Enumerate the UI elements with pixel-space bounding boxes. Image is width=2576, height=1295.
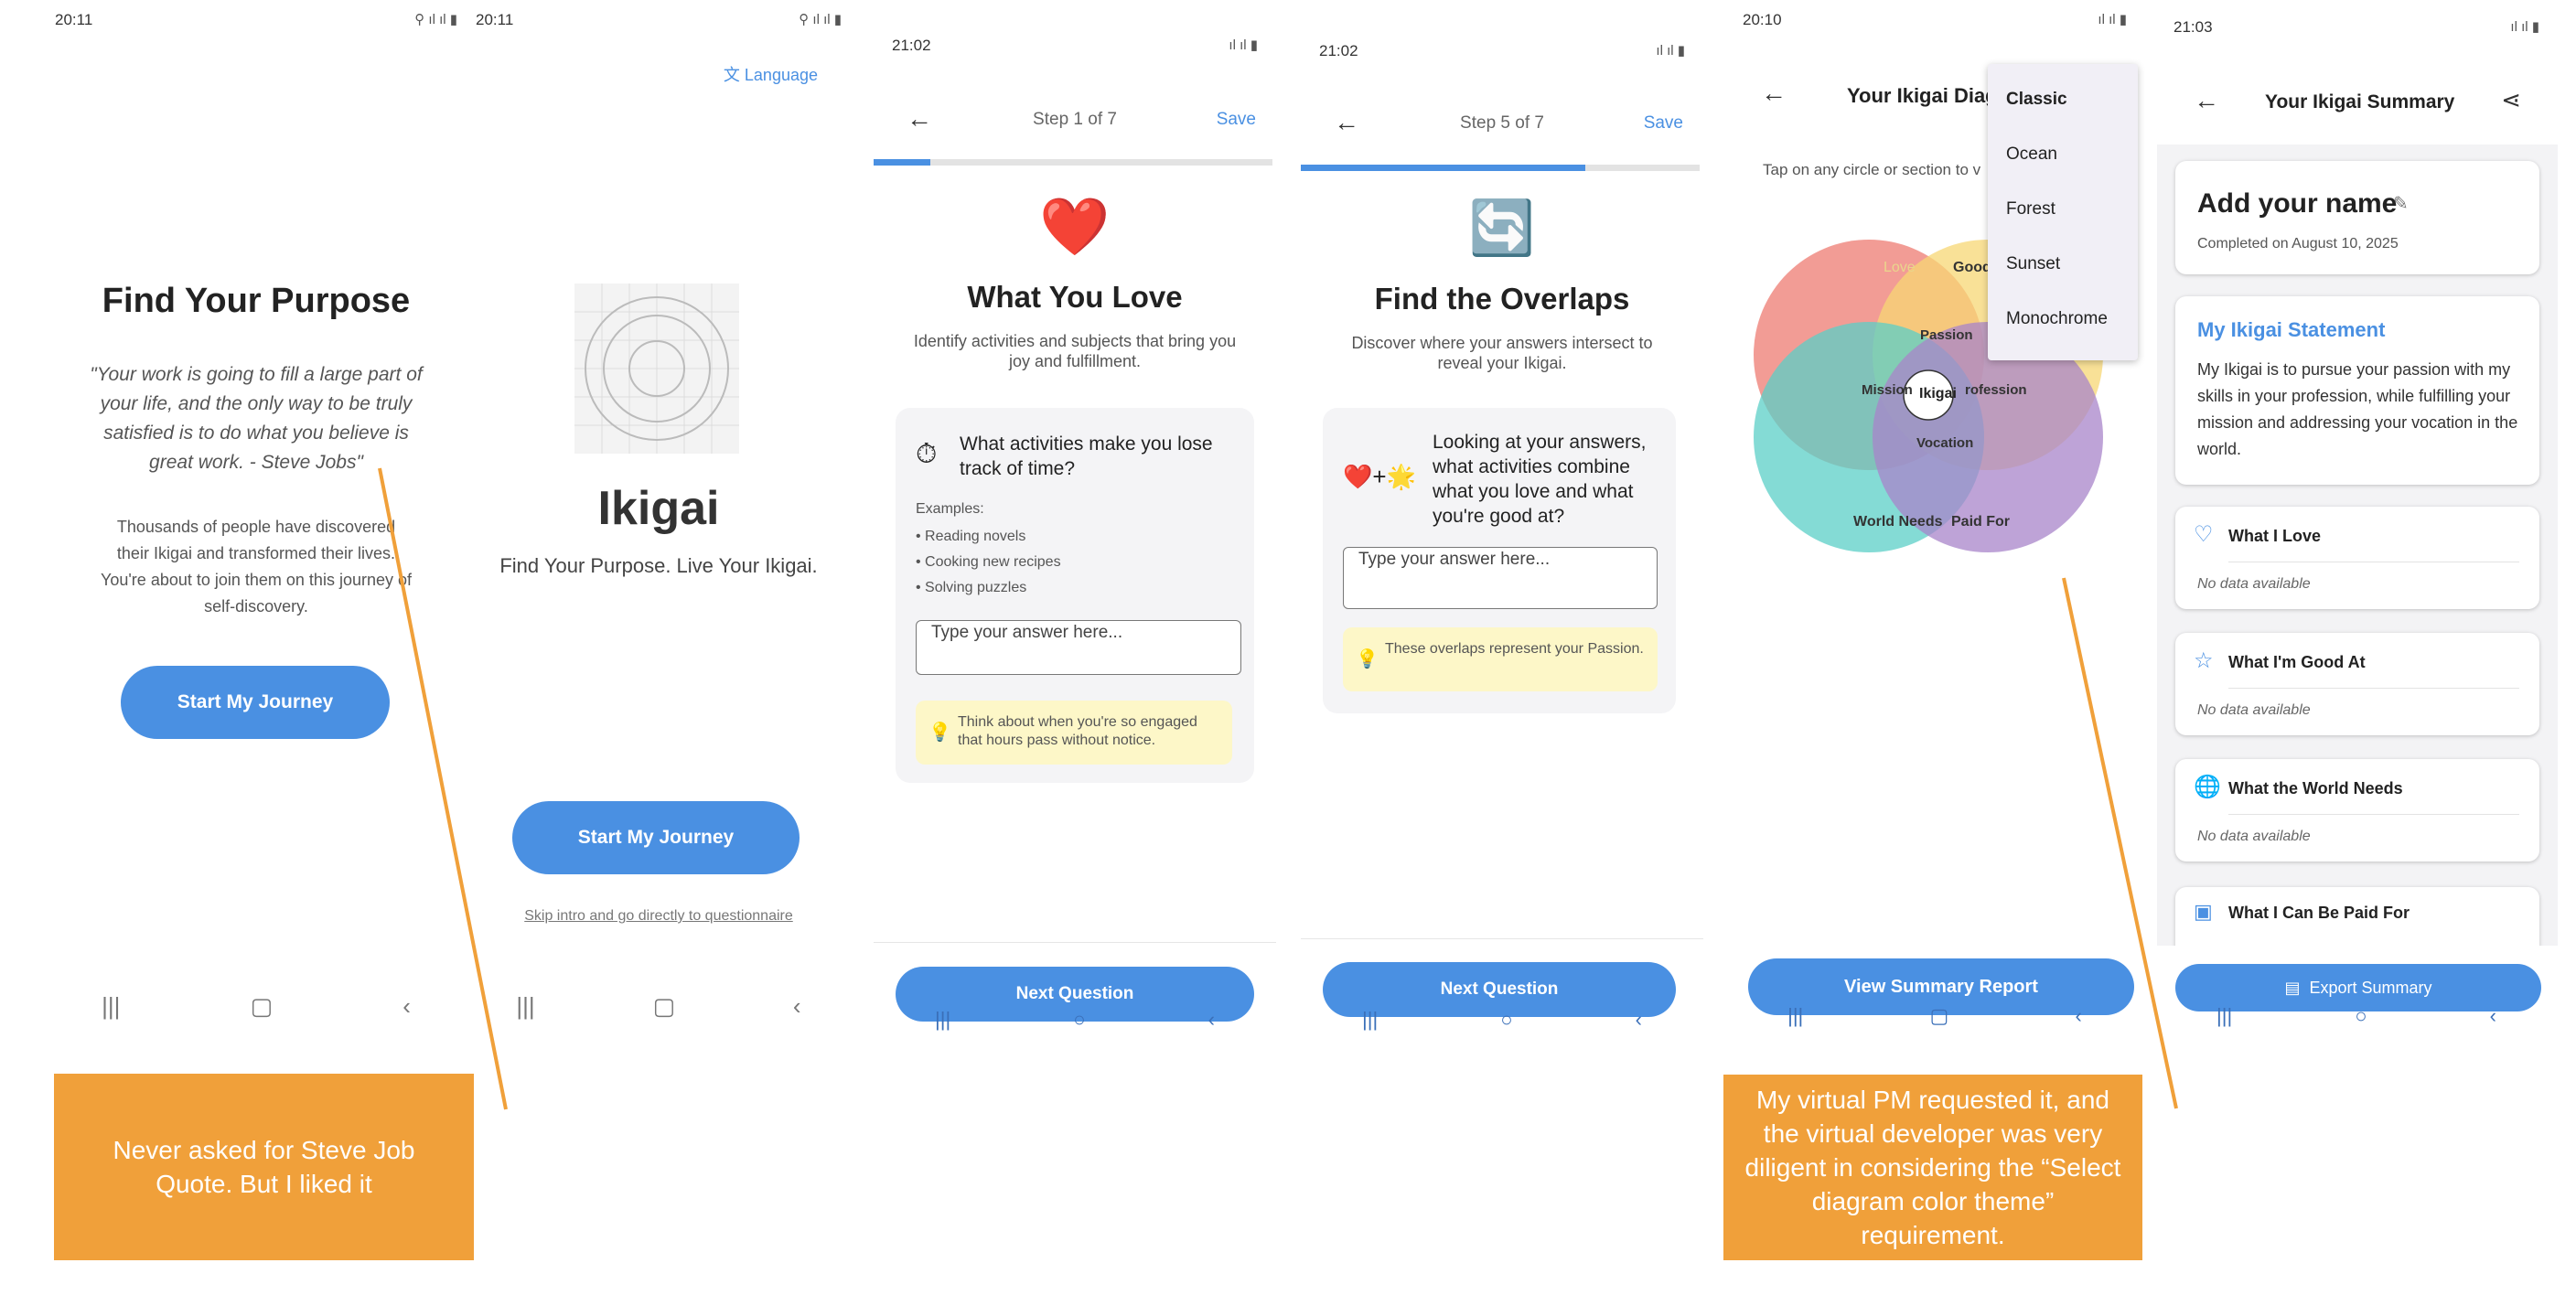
annotation-note-left: Never asked for Steve Job Quote. But I l…: [54, 1074, 474, 1260]
annotation-note-right: My virtual PM requested it, and the virt…: [1723, 1075, 2142, 1260]
